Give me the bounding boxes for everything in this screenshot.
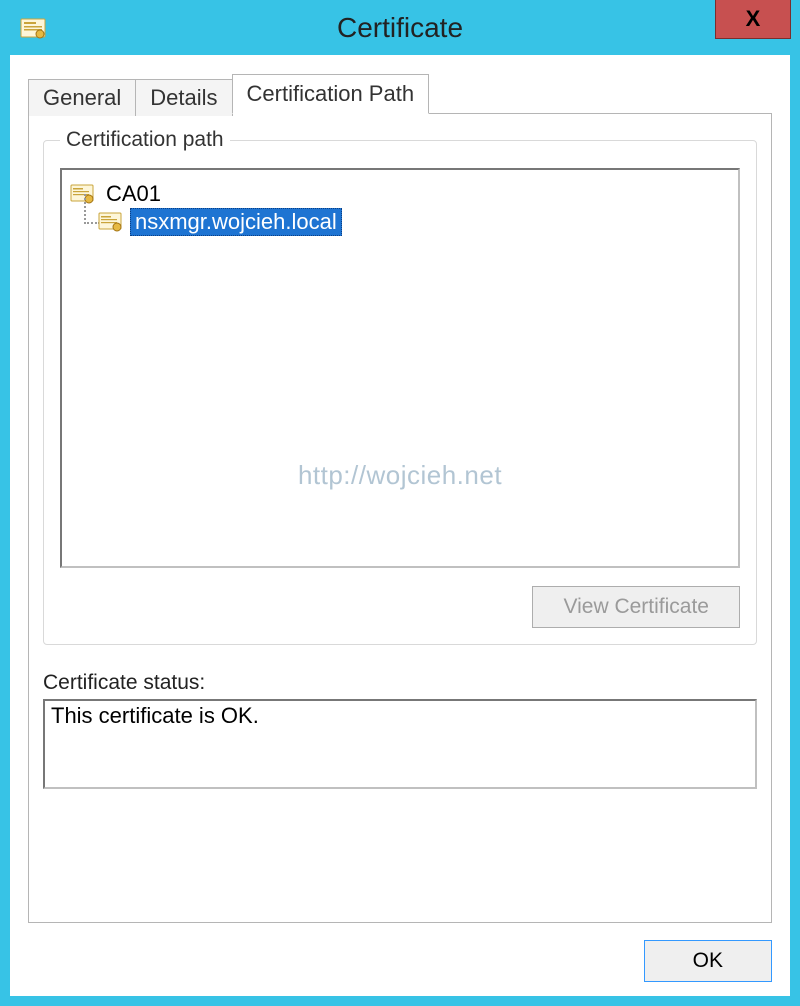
groupbox-legend: Certification path bbox=[60, 128, 230, 152]
certificate-status-text: This certificate is OK. bbox=[51, 703, 259, 728]
tab-certification-path[interactable]: Certification Path bbox=[232, 74, 430, 114]
tree-item-label: CA01 bbox=[102, 181, 165, 207]
tree-item-leaf[interactable]: nsxmgr.wojcieh.local bbox=[98, 208, 730, 236]
button-label: View Certificate bbox=[563, 595, 709, 618]
close-button[interactable]: X bbox=[715, 0, 791, 39]
client-area: General Details Certification Path Certi… bbox=[10, 55, 790, 996]
certification-path-tree[interactable]: CA01 nsxmgr.wojcieh.local bbox=[60, 168, 740, 568]
window-title: Certificate bbox=[10, 12, 790, 44]
tree-item-label: nsxmgr.wojcieh.local bbox=[130, 208, 342, 236]
titlebar: Certificate X bbox=[10, 0, 790, 55]
tree-item-root[interactable]: CA01 bbox=[70, 180, 730, 208]
tab-label: Certification Path bbox=[247, 81, 415, 106]
certificate-status-label: Certificate status: bbox=[43, 671, 757, 695]
certificate-window: Certificate X General Details Certificat… bbox=[0, 0, 800, 1006]
ok-button[interactable]: OK bbox=[644, 940, 772, 982]
certification-path-groupbox: Certification path CA01 bbox=[43, 128, 757, 645]
watermark-text: http://wojcieh.net bbox=[62, 460, 738, 491]
close-icon: X bbox=[746, 6, 761, 32]
certificate-app-icon bbox=[20, 17, 46, 39]
certificate-status-box: This certificate is OK. bbox=[43, 699, 757, 789]
certificate-icon bbox=[98, 212, 122, 232]
view-certificate-button[interactable]: View Certificate bbox=[532, 586, 740, 628]
button-label: OK bbox=[693, 949, 723, 972]
tab-panel-certification-path: Certification path CA01 bbox=[28, 113, 772, 923]
tab-general[interactable]: General bbox=[28, 79, 136, 116]
tab-label: General bbox=[43, 85, 121, 110]
tab-label: Details bbox=[150, 85, 217, 110]
view-certificate-row: View Certificate bbox=[60, 586, 740, 628]
tab-strip: General Details Certification Path bbox=[28, 73, 772, 113]
dialog-footer: OK bbox=[644, 940, 772, 982]
tab-details[interactable]: Details bbox=[135, 79, 232, 116]
